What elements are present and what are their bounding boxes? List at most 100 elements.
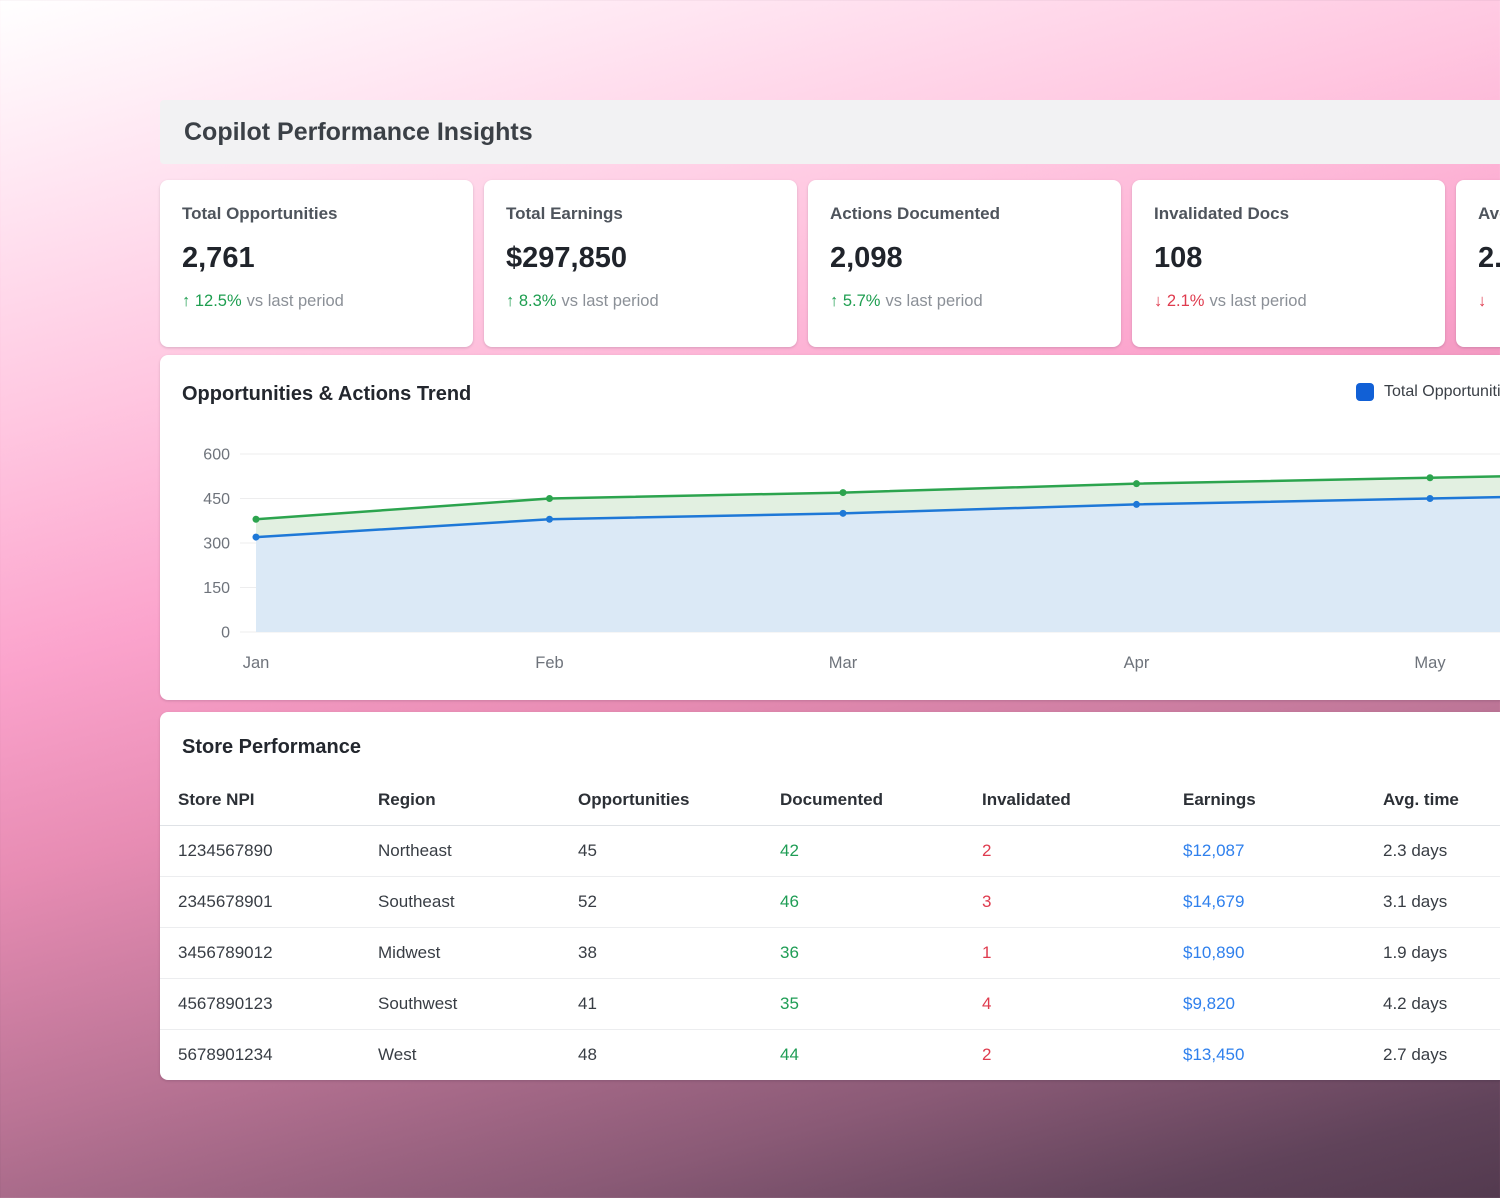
trend-chart-card: Opportunities & Actions Trend Total Oppo… [160, 355, 1500, 700]
kpi-delta-value: 2.1% [1166, 292, 1205, 310]
chart-legend: Total Opportunities [1356, 383, 1500, 401]
cell-invalidated: 2 [982, 1045, 992, 1064]
table-row: 3456789012 Midwest 38 36 1 $10,890 1.9 d… [160, 927, 1500, 979]
store-performance-card: Store Performance Store NPI Region Oppor… [160, 712, 1500, 1080]
column-header-opportunities: Opportunities [560, 775, 762, 826]
kpi-delta-value: 5.7% [842, 292, 881, 310]
cell-invalidated: 2 [964, 825, 1165, 877]
cell-earnings-link[interactable]: $14,679 [1165, 876, 1365, 928]
kpi-change-delta: ↓ 2.1% [1154, 292, 1204, 310]
trend-down-icon: ↓ [1478, 292, 1487, 310]
table-title: Store Performance [182, 736, 361, 758]
column-header-documented: Documented [762, 775, 964, 826]
titlebar: Copilot Performance Insights [160, 100, 1500, 164]
kpi-title: Total Opportunities [182, 204, 338, 223]
legend-label: Total Opportunities [1384, 383, 1500, 400]
cell-documented: 35 [762, 978, 964, 1030]
kpi-value: 2,761 [182, 242, 255, 274]
table-header-row: Store NPI Region Opportunities Documente… [160, 775, 1500, 826]
cell-opportunities: 38 [560, 927, 762, 979]
svg-text:150: 150 [203, 580, 230, 597]
trend-chart: 0 150 300 450 600 Jan Feb Mar Apr May [203, 447, 1500, 672]
trend-up-icon: ↑ [182, 292, 191, 310]
kpi-card-total-earnings: Total Earnings $297,850 ↑ 8.3% vs last pe… [484, 180, 797, 347]
cell-region: West [378, 1045, 417, 1064]
cell-store-npi: 3456789012 [160, 927, 360, 979]
kpi-change-suffix: vs last period [885, 292, 983, 310]
svg-text:Feb: Feb [535, 654, 563, 672]
cell-invalidated: 4 [964, 978, 1165, 1030]
cell-avg-time: 1.9 days [1365, 927, 1500, 979]
cell-earnings-link[interactable]: $12,087 [1165, 825, 1365, 877]
cell-documented: 46 [762, 876, 964, 928]
trend-down-icon: ↓ [1154, 292, 1163, 310]
kpi-title: Invalidated Docs [1154, 204, 1290, 223]
kpi-change: ↑ 8.3% vs last period [506, 292, 775, 311]
kpi-change: ↓ 2.1% vs last period [1154, 292, 1423, 311]
cell-region: Southeast [360, 876, 560, 928]
kpi-change-delta: ↑ 12.5% [182, 292, 242, 310]
kpi-change: ↑ 5.7% vs last period [830, 292, 1099, 311]
cell-invalidated: 3 [964, 876, 1165, 928]
kpi-title: Actions Documented [830, 204, 1001, 223]
cell-opportunities: 52 [560, 876, 762, 928]
cell-documented: 36 [762, 927, 964, 979]
kpi-change: ↑ 12.5% vs last period [182, 292, 451, 311]
column-header-avg-time: Avg. time [1365, 775, 1500, 826]
table-row: 1234567890 Northeast 45 42 2 $12,087 2.3… [160, 825, 1500, 877]
cell-earnings-link[interactable]: $13,450 [1165, 1030, 1365, 1081]
kpi-card-avg-time: Avg. time 2. ↓ [1456, 180, 1500, 347]
kpi-change-suffix: vs last period [246, 292, 344, 310]
column-header-earnings: Earnings [1165, 775, 1365, 826]
cell-opportunities: 45 [560, 825, 762, 877]
kpi-value: 108 [1154, 242, 1203, 274]
cell-opportunities: 41 [560, 978, 762, 1030]
chart-title: Opportunities & Actions Trend [182, 383, 472, 405]
cell-avg-time: 4.2 days [1365, 978, 1500, 1030]
cell-invalidated: 1 [964, 927, 1165, 979]
kpi-delta-value: 12.5% [194, 292, 242, 310]
page-title: Copilot Performance Insights [184, 117, 533, 146]
kpi-card-actions-documented: Actions Documented 2,098 ↑ 5.7% vs last p… [808, 180, 1121, 347]
kpi-delta-value: 8.3% [518, 292, 557, 310]
kpi-value: 2,098 [830, 242, 903, 274]
svg-text:0: 0 [221, 625, 230, 642]
kpi-change-suffix: vs last period [1209, 292, 1307, 310]
cell-earnings-link[interactable]: $9,820 [1165, 978, 1365, 1030]
kpi-change-delta: ↑ 5.7% [830, 292, 880, 310]
kpi-change-suffix: vs last period [561, 292, 659, 310]
cell-documented: 42 [762, 825, 964, 877]
cell-store-npi: 5678901234 [178, 1045, 273, 1064]
table-row: 5678901234 West 48 44 2 $13,450 2.7 days [160, 1030, 1500, 1081]
cell-documented: 44 [780, 1045, 799, 1064]
kpi-title: Avg. time [1478, 204, 1500, 223]
kpi-value: $297,850 [506, 242, 627, 274]
table-row: 4567890123 Southwest 41 35 4 $9,820 4.2 … [160, 978, 1500, 1030]
cell-earnings-link[interactable]: $10,890 [1165, 927, 1365, 979]
svg-text:Apr: Apr [1124, 654, 1150, 672]
cell-avg-time: 2.7 days [1383, 1045, 1448, 1064]
cell-store-npi: 4567890123 [160, 978, 360, 1030]
svg-text:Jan: Jan [243, 654, 270, 672]
trend-up-icon: ↑ [506, 292, 515, 310]
cell-store-npi: 1234567890 [160, 825, 360, 877]
cell-avg-time: 3.1 days [1365, 876, 1500, 928]
kpi-change-delta: ↓ [1478, 292, 1486, 310]
kpi-title: Total Earnings [506, 204, 623, 223]
cell-avg-time: 2.3 days [1365, 825, 1500, 877]
trend-up-icon: ↑ [830, 292, 839, 310]
kpi-change-delta: ↑ 8.3% [506, 292, 556, 310]
cell-region: Northeast [360, 825, 560, 877]
svg-text:300: 300 [203, 536, 230, 553]
legend-swatch-blue [1356, 383, 1374, 401]
svg-text:450: 450 [203, 491, 230, 508]
kpi-value: 2. [1478, 242, 1500, 274]
kpi-change: ↓ [1478, 292, 1500, 311]
dashboard: Copilot Performance Insights Total Oppor… [160, 100, 1500, 1080]
svg-text:600: 600 [203, 447, 230, 464]
column-header-store-npi: Store NPI [160, 775, 360, 826]
kpi-card-total-opportunities: Total Opportunities 2,761 ↑ 12.5% vs last… [160, 180, 473, 347]
cell-region: Midwest [360, 927, 560, 979]
cell-opportunities: 48 [578, 1045, 597, 1064]
cell-store-npi: 2345678901 [160, 876, 360, 928]
